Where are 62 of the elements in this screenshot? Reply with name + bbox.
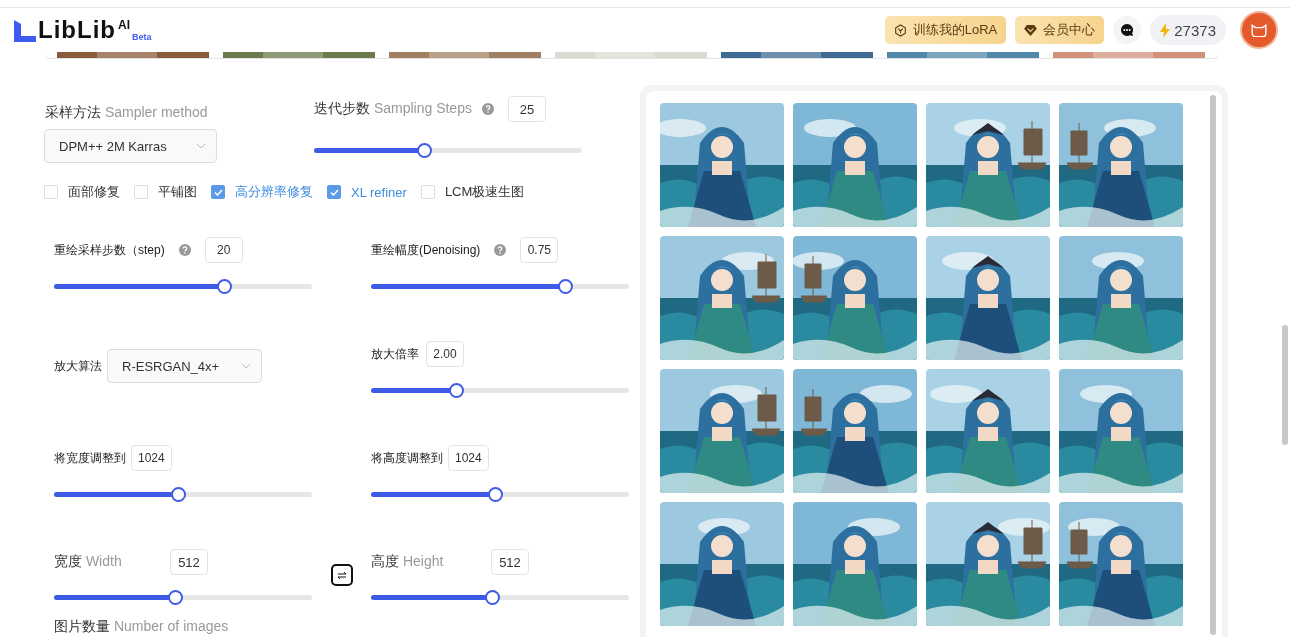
check-icon — [213, 188, 223, 196]
height-input[interactable]: 512 — [491, 549, 529, 575]
hexagon-icon — [893, 23, 907, 37]
option-checkbox[interactable]: LCM极速生图 — [420, 183, 525, 201]
check-icon — [329, 188, 339, 196]
chevron-down-icon — [241, 363, 251, 369]
option-checkbox[interactable]: XL refiner — [327, 183, 407, 201]
chevron-down-icon — [196, 143, 206, 149]
slider-handle[interactable] — [487, 487, 503, 502]
slider-handle[interactable] — [485, 590, 501, 605]
page-scrollbar[interactable] — [1282, 325, 1288, 445]
width-input[interactable]: 512 — [170, 549, 208, 575]
option-checkbox[interactable]: 面部修复 — [44, 183, 120, 201]
beta-label: Beta — [132, 32, 152, 42]
chat-icon — [1120, 23, 1135, 37]
logo-text: LibLib — [38, 18, 116, 42]
image-count-label: 图片数量 Number of images — [54, 618, 229, 636]
scale-label: 放大倍率 — [371, 345, 419, 363]
slider-handle[interactable] — [416, 143, 432, 158]
option-checkbox[interactable]: 高分辨率修复 — [211, 183, 313, 201]
logo-superscript: AI — [118, 18, 130, 32]
slider-handle[interactable] — [449, 383, 465, 398]
width-label: 宽度 Width — [54, 553, 123, 571]
sampler-select[interactable]: DPM++ 2M Karras — [44, 129, 217, 163]
height-label: 高度 Height — [371, 553, 445, 571]
resize-height-label: 将高度调整到 — [371, 449, 443, 467]
membership-button[interactable]: 会员中心 — [1015, 16, 1105, 44]
resize-width-label: 将宽度调整到 — [54, 449, 126, 467]
slider-handle[interactable] — [170, 487, 186, 502]
upscaler-select[interactable]: R-ESRGAN_4x+ — [107, 349, 262, 383]
hires-steps-label: 重绘采样步数（step) — [54, 241, 165, 259]
sampling-steps-label: 迭代步数 Sampling Steps — [314, 100, 472, 118]
scrollbar[interactable] — [1210, 95, 1216, 635]
denoising-input[interactable]: 0.75 — [520, 237, 559, 263]
avatar[interactable] — [1240, 11, 1278, 49]
sampling-steps-input[interactable]: 25 — [507, 96, 546, 122]
lightning-icon — [1160, 22, 1171, 38]
option-checkbox[interactable]: 平铺图 — [134, 183, 197, 201]
checkbox[interactable] — [327, 185, 341, 199]
credits-count: 27373 — [1174, 21, 1216, 39]
scale-input[interactable]: 2.00 — [426, 341, 464, 367]
credits-badge[interactable]: 27373 — [1150, 15, 1226, 45]
checkbox[interactable] — [211, 185, 225, 199]
train-lora-button[interactable]: 训练我的LoRA — [884, 16, 1007, 44]
sampler-label: 采样方法 Sampler method — [45, 104, 208, 122]
cat-icon — [1251, 23, 1267, 37]
hires-steps-input[interactable]: 20 — [204, 237, 243, 263]
help-icon[interactable] — [494, 244, 507, 256]
swap-button[interactable] — [331, 564, 353, 586]
upscaler-label: 放大算法 — [54, 357, 102, 375]
slider-handle[interactable] — [557, 279, 573, 294]
denoising-label: 重绘幅度(Denoising) — [371, 241, 481, 259]
resize-height-input[interactable]: 1024 — [448, 445, 489, 471]
help-icon[interactable] — [481, 103, 494, 115]
resize-width-input[interactable]: 1024 — [131, 445, 172, 471]
slider-handle[interactable] — [217, 279, 233, 294]
help-icon[interactable] — [178, 244, 191, 256]
diamond-icon — [1024, 24, 1038, 36]
slider-handle[interactable] — [168, 590, 184, 605]
logo-icon — [14, 20, 36, 42]
swap-icon — [337, 570, 347, 580]
message-button[interactable] — [1113, 16, 1142, 44]
